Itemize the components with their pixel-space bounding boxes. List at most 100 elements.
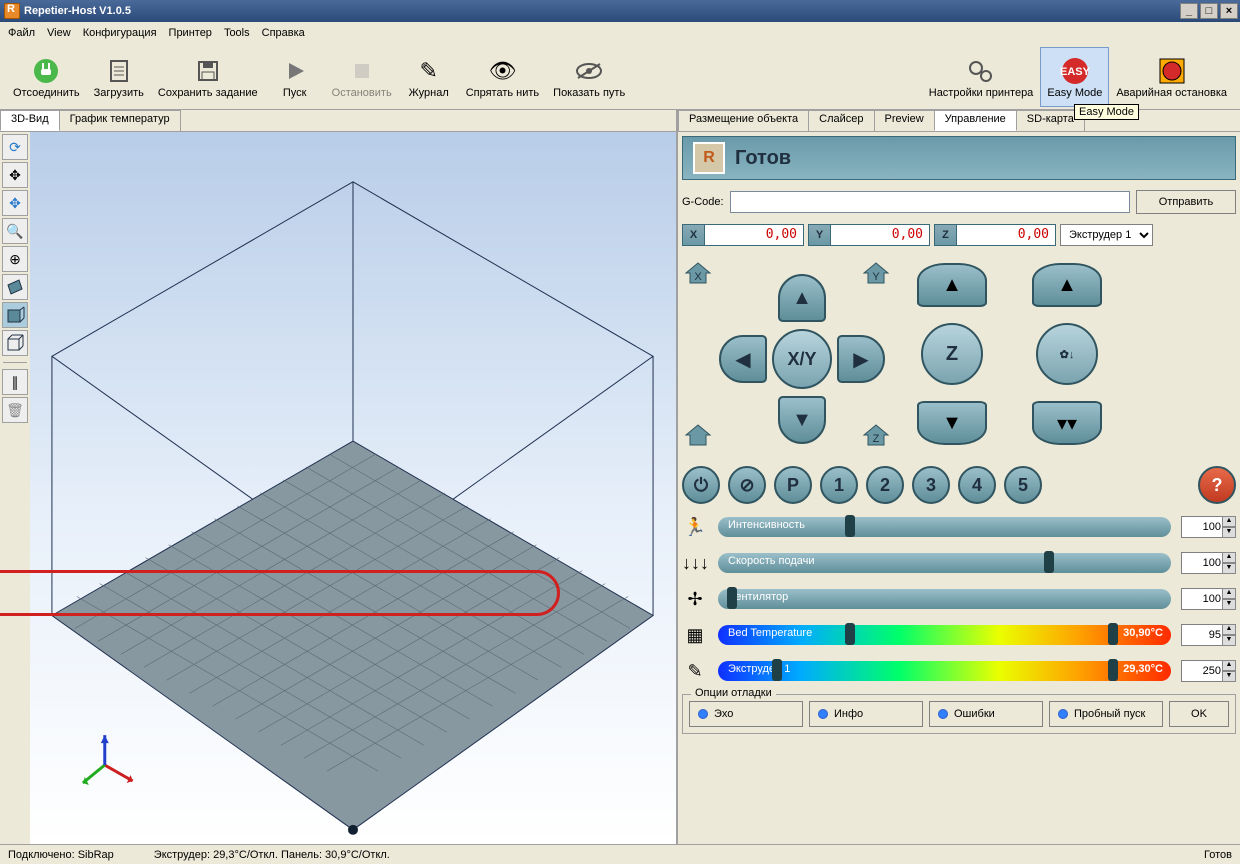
- jog-z-plus-button[interactable]: ▲: [917, 263, 987, 307]
- jog-x-plus-button[interactable]: ▶: [837, 335, 885, 383]
- flow-slider[interactable]: Скорость подачи: [718, 553, 1171, 573]
- start-button[interactable]: Пуск: [265, 47, 325, 107]
- menu-file[interactable]: Файл: [8, 27, 35, 39]
- printer-settings-button[interactable]: Настройки принтера: [922, 47, 1041, 107]
- menu-help[interactable]: Справка: [262, 27, 305, 39]
- svg-text:EASY: EASY: [1060, 66, 1090, 78]
- gears-icon: [965, 55, 997, 87]
- tab-slicer[interactable]: Слайсер: [808, 110, 874, 131]
- tab-control[interactable]: Управление: [934, 110, 1017, 131]
- extruder-select[interactable]: Экструдер 1: [1060, 224, 1153, 246]
- macro-1-button[interactable]: 1: [820, 466, 858, 504]
- macro-2-button[interactable]: 2: [866, 466, 904, 504]
- log-button[interactable]: ✎ Журнал: [399, 47, 459, 107]
- menu-tools[interactable]: Tools: [224, 27, 250, 39]
- debug-ok-button[interactable]: OK: [1169, 701, 1229, 727]
- right-tab-row: Размещение объекта Слайсер Preview Управ…: [678, 110, 1240, 132]
- trash-button[interactable]: 🗑: [2, 397, 28, 423]
- stop-button[interactable]: Остановить: [325, 47, 399, 107]
- parallel-button[interactable]: ∥: [2, 369, 28, 395]
- extruder-temp-slider[interactable]: Экструдер 129,30°C: [718, 661, 1171, 681]
- macro-5-button[interactable]: 5: [1004, 466, 1042, 504]
- app-icon: [4, 3, 20, 19]
- menu-bar: Файл View Конфигурация Принтер Tools Спр…: [0, 22, 1240, 44]
- persp-iso-button[interactable]: [2, 330, 28, 356]
- x-pos-value: 0,00: [705, 225, 803, 245]
- hide-fil-label: Спрятать нить: [466, 87, 539, 99]
- close-button[interactable]: ×: [1220, 3, 1238, 19]
- gear-icon: ✿↓: [1060, 348, 1075, 361]
- jog-z-minus-button[interactable]: ▼: [917, 401, 987, 445]
- help-button[interactable]: ?: [1198, 466, 1236, 504]
- window-title: Repetier-Host V1.0.5: [24, 5, 1180, 17]
- speed-icon: 🏃: [682, 517, 708, 538]
- jog-xy-center[interactable]: X/Y: [772, 329, 832, 389]
- eye-off-icon: [573, 55, 605, 87]
- file-icon: [103, 55, 135, 87]
- home-all-button[interactable]: [682, 421, 714, 449]
- fit-button[interactable]: ⊕: [2, 246, 28, 272]
- tab-object[interactable]: Размещение объекта: [678, 110, 809, 131]
- easy-mode-tooltip: Easy Mode: [1074, 104, 1139, 120]
- floppy-icon: [192, 55, 224, 87]
- debug-errors-button[interactable]: Ошибки: [929, 701, 1043, 727]
- jog-x-minus-button[interactable]: ◀: [719, 335, 767, 383]
- menu-config[interactable]: Конфигурация: [83, 27, 157, 39]
- stop-label: Остановить: [332, 87, 392, 99]
- debug-info-button[interactable]: Инфо: [809, 701, 923, 727]
- menu-view[interactable]: View: [47, 27, 71, 39]
- power-button[interactable]: ⏻: [682, 466, 720, 504]
- zoom-button[interactable]: 🔍: [2, 218, 28, 244]
- jog-y-plus-button[interactable]: ▲: [778, 274, 826, 322]
- easy-mode-button[interactable]: EASY Easy Mode: [1040, 47, 1109, 107]
- bed-temp-slider[interactable]: Bed Temperature30,90°C: [718, 625, 1171, 645]
- send-button[interactable]: Отправить: [1136, 190, 1236, 214]
- show-path-button[interactable]: Показать путь: [546, 47, 632, 107]
- extrude-button[interactable]: ▾▾: [1032, 401, 1102, 445]
- play-icon: [279, 55, 311, 87]
- svg-text:X: X: [694, 271, 702, 283]
- status-header: R Готов: [682, 136, 1236, 180]
- jog-y-minus-button[interactable]: ▼: [778, 396, 826, 444]
- debug-dryrun-button[interactable]: Пробный пуск: [1049, 701, 1163, 727]
- reset-view-button[interactable]: ⟳: [2, 134, 28, 160]
- fan-slider[interactable]: Вентилятор: [718, 589, 1171, 609]
- tab-temp-graph[interactable]: График температур: [59, 110, 181, 131]
- move-view-button[interactable]: ✥: [2, 162, 28, 188]
- printer-settings-label: Настройки принтера: [929, 87, 1034, 99]
- park-button[interactable]: P: [774, 466, 812, 504]
- extrude-center[interactable]: ✿↓: [1036, 323, 1098, 385]
- emergency-stop-button[interactable]: Аварийная остановка: [1109, 47, 1234, 107]
- save-job-label: Сохранить задание: [158, 87, 258, 99]
- z-pos-value: 0,00: [957, 225, 1055, 245]
- plug-icon: [30, 55, 62, 87]
- persp-front-button[interactable]: [2, 302, 28, 328]
- home-x-button[interactable]: X: [682, 259, 714, 287]
- jog-z-center[interactable]: Z: [921, 323, 983, 385]
- hide-filament-button[interactable]: 👁 Спрятать нить: [459, 47, 546, 107]
- flow-icon: ↓↓↓: [682, 553, 708, 574]
- debug-echo-button[interactable]: Эхо: [689, 701, 803, 727]
- maximize-button[interactable]: □: [1200, 3, 1218, 19]
- macro-4-button[interactable]: 4: [958, 466, 996, 504]
- fan-icon: ✢: [682, 589, 708, 610]
- save-job-button[interactable]: Сохранить задание: [151, 47, 265, 107]
- stop-icon: [346, 55, 378, 87]
- persp-top-button[interactable]: [2, 274, 28, 300]
- bed-icon: ▦: [682, 625, 708, 646]
- menu-printer[interactable]: Принтер: [169, 27, 212, 39]
- tab-preview[interactable]: Preview: [874, 110, 935, 131]
- macro-3-button[interactable]: 3: [912, 466, 950, 504]
- retract-button[interactable]: ▲: [1032, 263, 1102, 307]
- 3d-canvas[interactable]: [30, 132, 676, 844]
- gcode-input[interactable]: [730, 191, 1130, 213]
- tab-3d-view[interactable]: 3D-Вид: [0, 110, 60, 131]
- speed-slider[interactable]: Интенсивность: [718, 517, 1171, 537]
- minimize-button[interactable]: _: [1180, 3, 1198, 19]
- disconnect-button[interactable]: Отсоединить: [6, 47, 87, 107]
- load-button[interactable]: Загрузить: [87, 47, 151, 107]
- estop-label: Аварийная остановка: [1116, 87, 1227, 99]
- pan-view-button[interactable]: ✥: [2, 190, 28, 216]
- motors-off-button[interactable]: ⊘: [728, 466, 766, 504]
- start-label: Пуск: [283, 87, 307, 99]
